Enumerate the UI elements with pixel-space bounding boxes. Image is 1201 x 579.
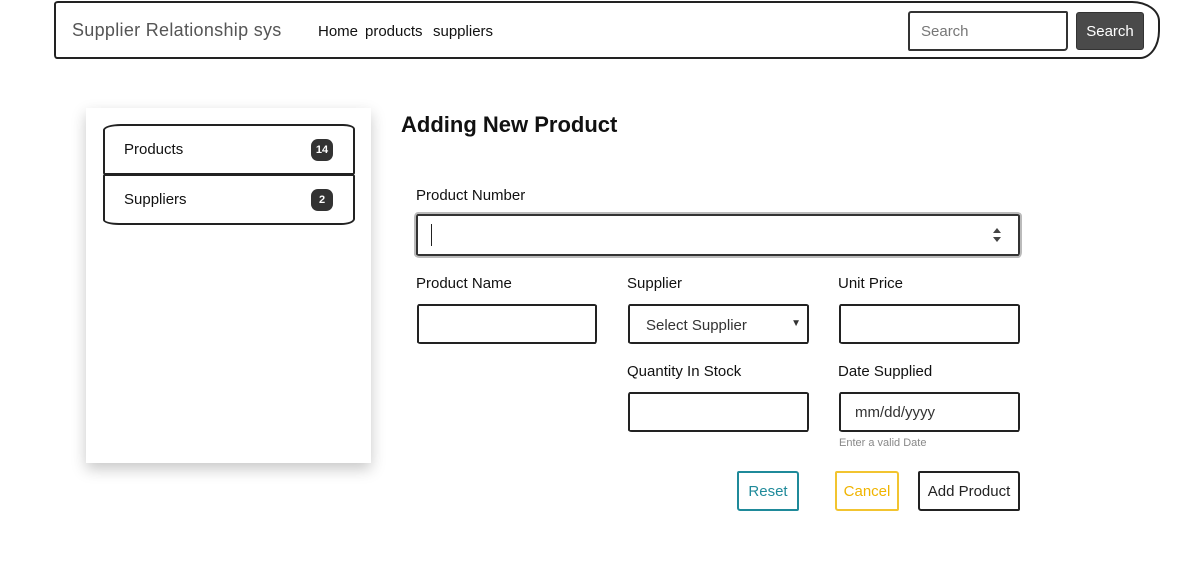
search-button[interactable]: Search xyxy=(1076,12,1144,50)
reset-button[interactable]: Reset xyxy=(737,471,799,511)
supplier-label: Supplier xyxy=(627,275,683,292)
brand-title[interactable]: Supplier Relationship sys xyxy=(72,20,282,41)
number-spinner[interactable] xyxy=(990,225,1004,247)
nav-link-suppliers[interactable]: suppliers xyxy=(433,23,493,40)
count-badge: 14 xyxy=(311,139,333,161)
product-name-field[interactable] xyxy=(417,304,597,344)
sidebar-item-label: Suppliers xyxy=(124,191,187,208)
top-navbar: Supplier Relationship sys Home products … xyxy=(54,1,1160,59)
sidebar-panel: Products 14 Suppliers 2 xyxy=(86,108,371,463)
spinner-down-icon[interactable] xyxy=(993,237,1001,242)
chevron-down-icon: ▼ xyxy=(791,318,801,329)
add-product-button[interactable]: Add Product xyxy=(918,471,1020,511)
product-number-field[interactable] xyxy=(416,214,1020,256)
supplier-select[interactable]: Select Supplier ▼ xyxy=(628,304,809,344)
sidebar-item-products[interactable]: Products 14 xyxy=(103,124,355,175)
spinner-up-icon[interactable] xyxy=(993,228,1001,233)
date-help-text: Enter a valid Date xyxy=(839,437,927,449)
count-badge: 2 xyxy=(311,189,333,211)
unit-price-label: Unit Price xyxy=(838,275,904,292)
page-title: Adding New Product xyxy=(401,112,618,137)
date-supplied-label: Date Supplied xyxy=(838,363,933,380)
text-cursor xyxy=(431,224,432,246)
date-supplied-field[interactable]: mm/dd/yyyy xyxy=(839,392,1020,432)
sidebar-item-label: Products xyxy=(124,141,184,158)
supplier-selected-value: Select Supplier xyxy=(646,317,747,334)
nav-link-home[interactable]: Home xyxy=(318,23,358,40)
cancel-button[interactable]: Cancel xyxy=(835,471,899,511)
search-input[interactable] xyxy=(908,11,1068,51)
quantity-field[interactable] xyxy=(628,392,809,432)
nav-link-products[interactable]: products xyxy=(365,23,423,40)
product-name-label: Product Name xyxy=(416,275,512,292)
sidebar-item-suppliers[interactable]: Suppliers 2 xyxy=(103,174,355,225)
unit-price-field[interactable] xyxy=(839,304,1020,344)
date-placeholder: mm/dd/yyyy xyxy=(855,404,936,421)
quantity-label: Quantity In Stock xyxy=(627,363,742,380)
product-number-label: Product Number xyxy=(416,187,526,204)
